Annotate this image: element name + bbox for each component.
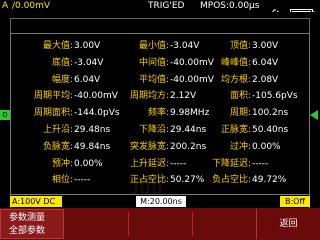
measurement-value: 3.00V (252, 41, 279, 51)
measurement-label: 周期均方: (129, 91, 169, 102)
measurement-value: -40.00mV (170, 57, 214, 68)
trigger-level-marker[interactable] (310, 110, 318, 120)
measurement-label: 底值: (51, 57, 73, 68)
measurement-value: -144.0pVs (74, 108, 120, 119)
measurement-value: 6.04V (74, 74, 101, 85)
measurement-label: 突发脉宽: (129, 141, 169, 152)
channel-scale[interactable]: A:100V DC (10, 196, 62, 207)
measurement-row: 最大值: 3.00V 最小值: -3.04V 顶值: 3.00V (11, 39, 311, 53)
measurement-label: 下降沿: (138, 125, 169, 135)
measurement-value: ----- (170, 158, 187, 169)
channel-marker[interactable]: D (0, 110, 10, 120)
measurement-panel: 最大值: 3.00V 最小值: -3.04V 顶值: 3.00V 底值: -3.04V 中间值:… (10, 33, 310, 195)
measurement-row: 相位: ----- 正占空比: 50.27% 负占空比: 49.72% (11, 173, 311, 187)
measurement-row: 预冲: 0.00% 上升延迟: ----- 下降延迟: ----- (11, 157, 311, 171)
measurement-value: 29.44ns (170, 125, 207, 135)
measurement-value: 29.48ns (74, 125, 111, 135)
memory-position: MPOS:0.00μs (200, 1, 260, 11)
measurement-label: 正脉宽: (220, 125, 251, 135)
measurement-value: 50.40ns (252, 125, 289, 135)
timebase[interactable]: M:20.00ns (136, 196, 186, 207)
measurement-value: -105.6pVs (252, 91, 298, 102)
trigger-voltage: /0.00mV (12, 1, 50, 11)
measurement-value: 100.2ns (252, 108, 289, 119)
softkey-measure-all[interactable]: 参数测量 全部参数 (0, 209, 64, 239)
softkey-divider (128, 212, 129, 236)
softkey-bar: 参数测量 全部参数 返回 (0, 208, 320, 240)
measurement-label: 上升沿: (42, 125, 73, 135)
measurement-label: 最小值: (138, 41, 169, 51)
info-bar: A:100V DC M:20.00ns B:Off (0, 196, 320, 207)
measurement-label: 上升延迟: (129, 158, 169, 169)
measurement-label: 幅度: (51, 74, 73, 85)
measurement-label: 面积: (229, 91, 251, 102)
softkey-line1: 参数测量 (9, 213, 46, 223)
measurement-label: 下降延迟: (211, 158, 251, 169)
measurement-label: 峰峰值: (220, 57, 251, 68)
measurement-value: 2.12V (170, 91, 197, 102)
measurement-value: 3.00V (74, 41, 101, 51)
measurement-label: 频率: (147, 108, 169, 119)
battery-icon (290, 2, 316, 17)
measurement-label: 顶值: (229, 41, 251, 51)
measurement-value: 9.98MHz (170, 108, 210, 119)
measurement-label: 负脉宽: (42, 141, 73, 152)
trigger-status: TRIG'ED (148, 1, 185, 11)
measurement-value: 0.00% (74, 158, 103, 169)
measurement-label: 过冲: (229, 141, 251, 152)
softkey-divider (192, 212, 193, 236)
measurement-label: 预冲: (51, 158, 73, 169)
measurement-value: -40.00mV (170, 74, 214, 85)
softkey-line2: 全部参数 (9, 226, 46, 236)
measurement-label: 相位: (51, 175, 73, 186)
measurement-label: 周期面积: (33, 108, 73, 119)
measurement-value: 49.72% (252, 175, 287, 186)
measurement-row: 负脉宽: 49.84ns 突发脉宽: 200.2ns 过冲: 0.00% (11, 140, 311, 154)
measurement-value: 2.08V (252, 74, 279, 85)
measurement-label: 最大值: (42, 41, 73, 51)
channel-b-status[interactable]: B:Off (280, 196, 310, 207)
measurement-label: 中间值: (138, 57, 169, 68)
measurement-value: ----- (252, 158, 269, 169)
measurement-value: ----- (74, 175, 91, 186)
measurement-label: 周期: (229, 108, 251, 119)
measurement-row: 幅度: 6.04V 平均值: -40.00mV 均方根: 2.08V (11, 73, 311, 87)
measurement-row: 周期面积: -144.0pVs 频率: 9.98MHz 周期: 100.2ns (11, 106, 311, 120)
measurement-label: 均方根: (220, 74, 251, 85)
measurement-value: 49.84ns (74, 141, 111, 152)
top-status-bar: A /0.00mV TRIG'ED MPOS:0.00μs (0, 0, 320, 17)
measurement-value: -3.04V (170, 41, 200, 51)
measurement-value: 6.04V (252, 57, 279, 68)
measurement-value: 50.27% (170, 175, 205, 186)
measurement-value: -40.00mV (74, 91, 118, 102)
measurement-label: 正占空比: (129, 175, 169, 186)
measurement-row: 上升沿: 29.48ns 下降沿: 29.44ns 正脉宽: 50.40ns (11, 123, 311, 137)
measurement-label: 周期平均: (33, 91, 73, 102)
measurement-value: -3.04V (74, 57, 104, 68)
usb-icon (268, 2, 282, 17)
channel-label: A (2, 1, 9, 11)
measurement-value: 200.2ns (170, 141, 207, 152)
measurement-label: 平均值: (138, 74, 169, 85)
measurement-value: 0.00% (252, 141, 281, 152)
measurement-row: 底值: -3.04V 中间值: -40.00mV 峰峰值: 6.04V (11, 56, 311, 70)
softkey-back[interactable]: 返回 (256, 209, 320, 239)
measurement-label: 负占空比: (211, 175, 251, 186)
measurement-row: 周期平均: -40.00mV 周期均方: 2.12V 面积: -105.6pVs (11, 89, 311, 103)
